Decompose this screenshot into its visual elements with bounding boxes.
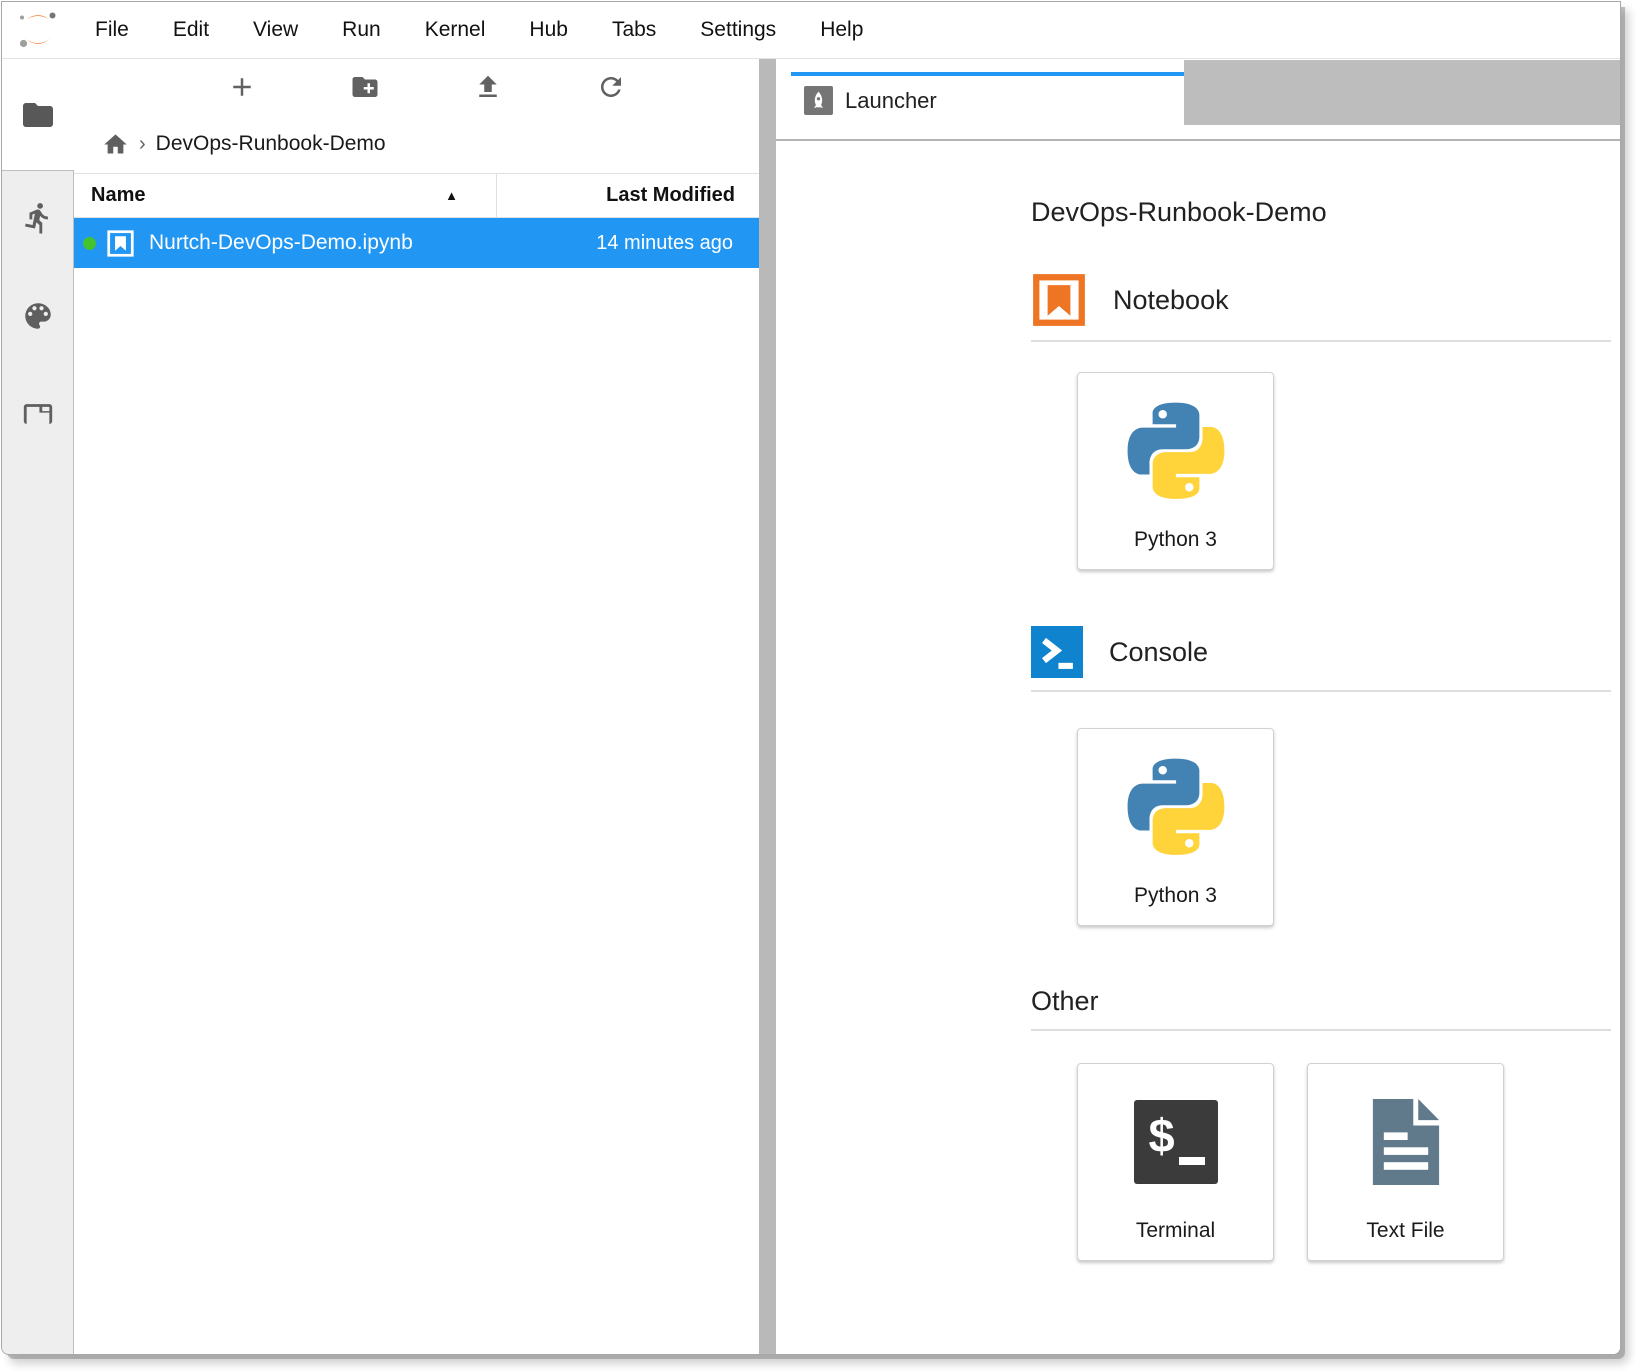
menu-bar: File Edit View Run Kernel Hub Tabs Setti… xyxy=(2,2,1620,59)
breadcrumb: › DevOps-Runbook-Demo xyxy=(74,115,759,173)
breadcrumb-separator: › xyxy=(139,133,146,156)
panel-splitter[interactable] xyxy=(759,59,776,1354)
section-divider-other xyxy=(1031,1029,1611,1031)
card-label-terminal: Terminal xyxy=(1136,1219,1215,1243)
console-icon xyxy=(1031,626,1083,678)
menu-edit[interactable]: Edit xyxy=(151,2,231,58)
upload-icon[interactable] xyxy=(473,72,503,102)
menu-file[interactable]: File xyxy=(73,2,151,58)
card-label-python3: Python 3 xyxy=(1134,884,1217,908)
menu-hub[interactable]: Hub xyxy=(507,2,590,58)
cards-row-console: Python 3 xyxy=(1077,728,1611,926)
section-header-other: Other xyxy=(1031,986,1611,1017)
launcher-card-terminal[interactable]: $ Terminal xyxy=(1077,1063,1274,1261)
sidebar-tab-file-browser[interactable] xyxy=(2,59,74,170)
kernel-running-dot xyxy=(83,237,96,250)
terminal-icon: $ xyxy=(1134,1100,1218,1184)
tab-bar-strip xyxy=(776,125,1620,139)
menu-help[interactable]: Help xyxy=(798,2,885,58)
launcher-cwd-title: DevOps-Runbook-Demo xyxy=(1031,197,1611,228)
tab-bar-filler xyxy=(1184,60,1620,125)
file-last-modified: 14 minutes ago xyxy=(596,232,759,255)
notebook-icon xyxy=(1031,272,1087,328)
section-divider-notebook xyxy=(1031,340,1611,342)
main-area: Launcher DevOps-Runbook-Demo Notebook xyxy=(776,59,1620,1354)
sort-ascending-icon: ▲ xyxy=(445,188,458,203)
column-header-name[interactable]: Name ▲ xyxy=(74,174,497,217)
new-folder-icon[interactable] xyxy=(350,72,380,102)
cards-row-notebook: Python 3 xyxy=(1077,372,1611,570)
open-tabs-icon[interactable] xyxy=(21,397,55,431)
launcher-card-console-python3[interactable]: Python 3 xyxy=(1077,728,1274,926)
section-label-notebook: Notebook xyxy=(1113,285,1229,316)
column-header-last-modified[interactable]: Last Modified xyxy=(497,184,759,207)
cards-row-other: $ Terminal xyxy=(1077,1063,1611,1261)
file-list-header: Name ▲ Last Modified xyxy=(74,173,759,218)
launcher-panel: DevOps-Runbook-Demo Notebook xyxy=(776,141,1620,1354)
notebook-file-icon xyxy=(106,229,135,258)
refresh-icon[interactable] xyxy=(596,72,626,102)
card-label-text-file: Text File xyxy=(1366,1219,1444,1243)
card-label-python3: Python 3 xyxy=(1134,528,1217,552)
activity-bar xyxy=(2,59,74,1354)
launcher-card-text-file[interactable]: Text File xyxy=(1307,1063,1504,1261)
command-palette-icon[interactable] xyxy=(21,299,55,333)
menu-settings[interactable]: Settings xyxy=(678,2,798,58)
python-icon xyxy=(1120,395,1232,507)
section-header-notebook: Notebook xyxy=(1031,272,1611,328)
running-sessions-icon[interactable] xyxy=(21,201,55,235)
tab-launcher[interactable]: Launcher xyxy=(791,72,1184,125)
section-header-console: Console xyxy=(1031,626,1611,678)
file-browser-toolbar xyxy=(74,59,759,115)
section-label-other: Other xyxy=(1031,986,1099,1017)
menu-run[interactable]: Run xyxy=(320,2,403,58)
tab-bar: Launcher xyxy=(776,59,1620,125)
folder-icon xyxy=(20,97,56,133)
launcher-rocket-icon xyxy=(804,86,833,115)
new-launcher-icon[interactable] xyxy=(227,72,257,102)
section-divider-console xyxy=(1031,690,1611,692)
menu-tabs[interactable]: Tabs xyxy=(590,2,678,58)
tab-launcher-label: Launcher xyxy=(845,88,937,114)
jupyter-logo-icon xyxy=(15,10,61,50)
file-browser-panel: › DevOps-Runbook-Demo Name ▲ Last Modifi… xyxy=(74,59,759,1354)
menu-view[interactable]: View xyxy=(231,2,320,58)
file-name: Nurtch-DevOps-Demo.ipynb xyxy=(149,231,413,255)
section-label-console: Console xyxy=(1109,637,1208,668)
text-file-icon xyxy=(1362,1094,1450,1190)
menu-kernel[interactable]: Kernel xyxy=(403,2,508,58)
jupyterlab-window: File Edit View Run Kernel Hub Tabs Setti… xyxy=(1,1,1621,1355)
activity-bar-lower xyxy=(2,170,74,1354)
launcher-card-notebook-python3[interactable]: Python 3 xyxy=(1077,372,1274,570)
breadcrumb-current-folder[interactable]: DevOps-Runbook-Demo xyxy=(156,132,386,156)
home-icon[interactable] xyxy=(102,131,129,158)
python-icon xyxy=(1120,751,1232,863)
name-column-label: Name xyxy=(91,184,145,207)
file-row-selected[interactable]: Nurtch-DevOps-Demo.ipynb 14 minutes ago xyxy=(74,218,759,268)
